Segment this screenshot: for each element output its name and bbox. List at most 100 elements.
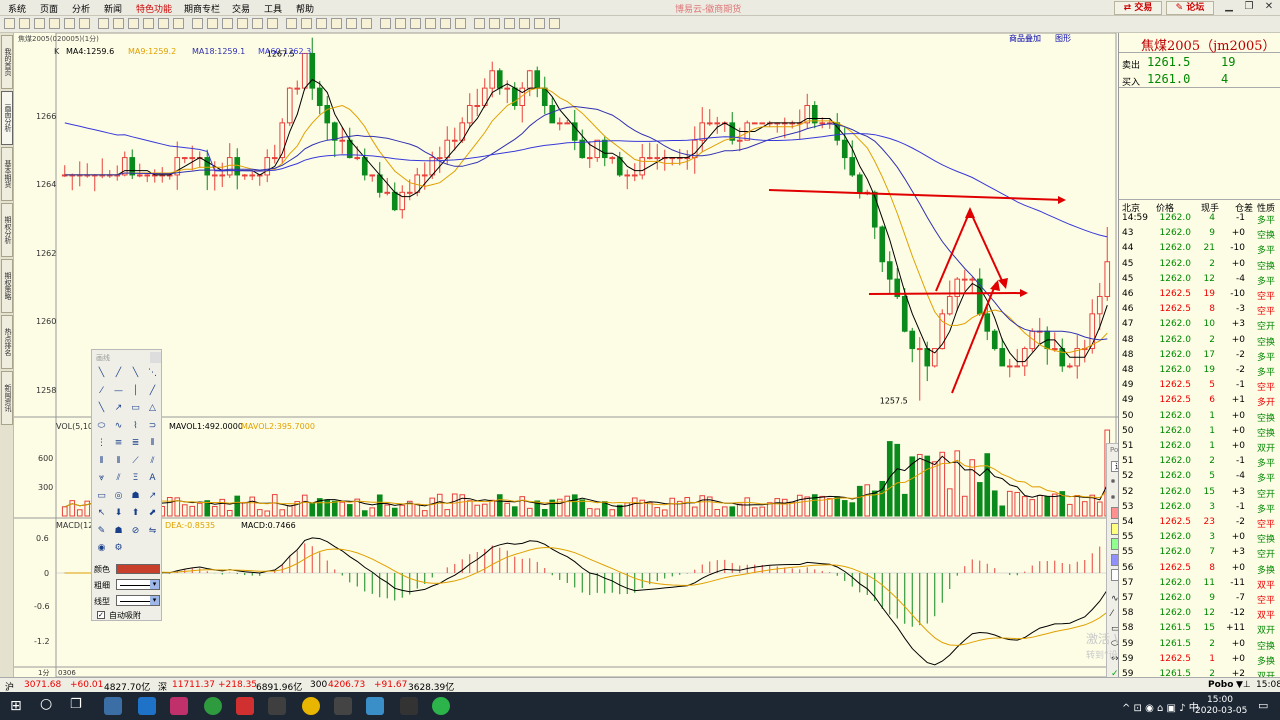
tick-row[interactable]: 55 1262.0 7 +3 空开 <box>1119 546 1280 560</box>
toolbar-tool-icon[interactable] <box>267 18 278 29</box>
candlestick[interactable] <box>631 174 638 177</box>
tray-icons[interactable]: ^ ⊡ ◉ ⌂ ▣ ♪ 中 <box>1122 699 1199 714</box>
drawing-tool-icon[interactable]: ⦀ <box>111 454 126 469</box>
drawing-tool-icon[interactable]: ╲ <box>94 401 109 416</box>
drawing-tool-icon[interactable]: ↗ <box>145 489 160 504</box>
tab-options-analysis[interactable]: 期权分析 <box>1 203 13 257</box>
toolbar-tool-icon[interactable] <box>474 18 485 29</box>
menu-broker-column[interactable]: 期商专栏 <box>184 2 220 15</box>
candlestick[interactable] <box>916 348 923 351</box>
candlestick[interactable] <box>886 261 893 280</box>
tab-news[interactable]: 新闻资讯 <box>1 371 13 425</box>
candlestick[interactable] <box>706 122 713 125</box>
candlestick[interactable] <box>241 174 248 177</box>
candlestick[interactable] <box>421 174 428 177</box>
toolbar-tool-icon[interactable] <box>143 18 154 29</box>
menu-trade[interactable]: 交易 <box>232 2 250 15</box>
toolbar-tool-icon[interactable] <box>222 18 233 29</box>
windows-start-icon[interactable]: ⊞ <box>10 698 26 714</box>
search-icon[interactable]: ○ <box>40 696 52 712</box>
tick-row[interactable]: 57 1262.0 9 -7 空平 <box>1119 592 1280 606</box>
toolbar-tool-icon[interactable] <box>252 18 263 29</box>
tick-row[interactable]: 51 1262.0 1 +0 双开 <box>1119 440 1280 454</box>
drawn-annotations[interactable] <box>768 189 1066 394</box>
candlestick[interactable] <box>324 105 331 124</box>
candlestick[interactable] <box>924 348 931 367</box>
candlestick[interactable] <box>526 70 533 89</box>
candlestick[interactable] <box>564 122 571 125</box>
candlestick[interactable] <box>496 70 503 89</box>
kline-chart-svg[interactable]: 焦煤2005(020005)(1分) 商品叠加 图形 K MA4:1259.6 … <box>14 32 1118 678</box>
annotation-middle-line[interactable] <box>868 292 1027 295</box>
tick-row[interactable]: 53 1262.0 3 -1 多平 <box>1119 501 1280 515</box>
toolbar-tool-icon[interactable] <box>489 18 500 29</box>
tick-row[interactable]: 52 1262.0 5 -4 多平 <box>1119 470 1280 484</box>
maximize-icon[interactable]: ❐ <box>1240 1 1258 14</box>
candlestick[interactable] <box>376 174 383 193</box>
candlestick[interactable] <box>226 157 233 176</box>
toolbar-tool-icon[interactable] <box>301 18 312 29</box>
tick-row[interactable]: 43 1262.0 9 +0 空换 <box>1119 227 1280 241</box>
toolbar-tool-icon[interactable] <box>113 18 124 29</box>
notification-icon[interactable]: ▭ <box>1258 699 1268 712</box>
toolbar-tool-icon[interactable] <box>331 18 342 29</box>
tick-row[interactable]: 52 1262.0 15 +3 空开 <box>1119 486 1280 500</box>
tick-row[interactable]: 14:59 1262.0 4 -1 多平 <box>1119 212 1280 226</box>
color-swatch[interactable] <box>116 564 160 574</box>
drawing-tool-icon[interactable]: │ <box>128 384 143 399</box>
toolbar-tool-icon[interactable] <box>173 18 184 29</box>
overlay-commodity-link[interactable]: 商品叠加 <box>1009 33 1041 43</box>
annotation-rise-arrow[interactable] <box>951 282 997 394</box>
tick-row[interactable]: 55 1262.0 3 +0 空换 <box>1119 531 1280 545</box>
tick-row[interactable]: 57 1262.0 11 -11 双平 <box>1119 577 1280 591</box>
candlestick[interactable] <box>586 157 593 160</box>
tick-row[interactable]: 59 1262.5 1 +0 多换 <box>1119 653 1280 667</box>
tab-chart-analysis[interactable]: 画面分析 <box>1 91 13 145</box>
candlestick[interactable] <box>354 157 361 160</box>
candlestick[interactable] <box>879 226 886 263</box>
candlestick[interactable] <box>286 87 293 124</box>
tick-row[interactable]: 58 1262.0 12 -12 双平 <box>1119 607 1280 621</box>
tick-row[interactable]: 46 1262.5 8 -3 空平 <box>1119 303 1280 317</box>
drawing-tool-icon[interactable]: A <box>145 471 160 486</box>
drawing-tool-icon[interactable]: ⊘ <box>128 524 143 539</box>
candlestick[interactable] <box>1014 365 1021 368</box>
tick-row[interactable]: 54 1262.5 23 -2 空平 <box>1119 516 1280 530</box>
candlestick[interactable] <box>736 139 743 142</box>
candlestick[interactable] <box>624 174 631 177</box>
candlestick[interactable] <box>901 295 908 332</box>
toolbar-tool-icon[interactable] <box>49 18 60 29</box>
candlestick[interactable] <box>309 52 316 89</box>
menu-system[interactable]: 系统 <box>8 2 26 15</box>
candlestick[interactable] <box>541 87 548 106</box>
candlestick[interactable] <box>984 313 991 332</box>
candlestick[interactable] <box>271 157 278 160</box>
close-icon[interactable]: ✕ <box>1260 1 1278 14</box>
candlestick[interactable] <box>549 105 556 124</box>
toolbar-tool-icon[interactable] <box>19 18 30 29</box>
candlestick[interactable] <box>391 191 398 211</box>
candlestick[interactable] <box>999 348 1006 367</box>
toolbar-tool-icon[interactable] <box>237 18 248 29</box>
candlestick[interactable] <box>316 87 323 106</box>
app-icon-4[interactable] <box>204 697 222 715</box>
app-icon-9[interactable] <box>366 697 384 715</box>
candlestick[interactable] <box>714 122 721 125</box>
toolbar-tool-icon[interactable] <box>380 18 391 29</box>
tick-row[interactable]: 59 1261.5 2 +0 空换 <box>1119 638 1280 652</box>
candlestick[interactable] <box>121 157 128 176</box>
candlestick[interactable] <box>646 157 653 160</box>
candlestick[interactable] <box>601 139 608 159</box>
chart-type-link[interactable]: 图形 <box>1055 34 1071 43</box>
tick-row[interactable]: 51 1262.0 2 -1 多平 <box>1119 455 1280 469</box>
candlestick[interactable] <box>639 157 646 176</box>
drawing-tool-icon[interactable]: ◉ <box>94 541 109 556</box>
menu-features[interactable]: 特色功能 <box>136 2 172 15</box>
drawing-tool-icon[interactable]: ⩔ <box>94 471 109 486</box>
candlestick[interactable] <box>991 330 998 350</box>
candlestick[interactable] <box>294 87 301 90</box>
candlestick[interactable] <box>1066 365 1073 368</box>
candlestick[interactable] <box>204 157 211 176</box>
menu-page[interactable]: 页面 <box>40 2 58 15</box>
toolbar-tool-icon[interactable] <box>128 18 139 29</box>
